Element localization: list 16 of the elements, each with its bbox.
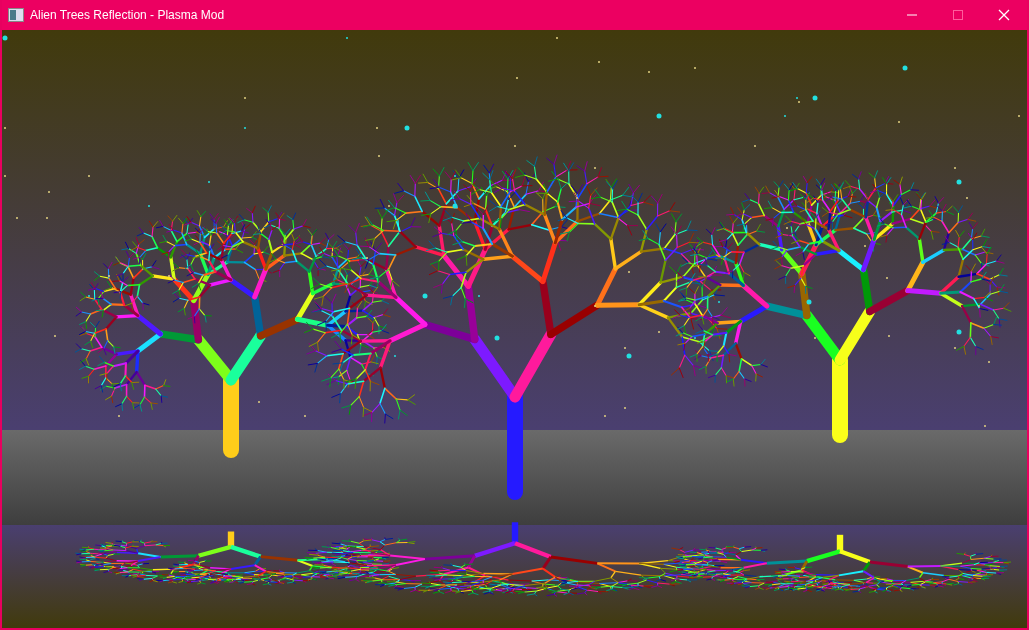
star-dot <box>626 353 632 359</box>
star-dot <box>806 299 812 305</box>
star-dot <box>956 329 962 335</box>
window-icon <box>8 8 24 22</box>
star-dot <box>2 35 8 41</box>
star-dot <box>494 335 500 341</box>
star-dot <box>656 113 662 119</box>
star-dot <box>956 179 962 185</box>
close-icon <box>998 9 1010 21</box>
star-dot <box>422 293 428 299</box>
star-dot <box>812 95 818 101</box>
star-dot <box>902 65 908 71</box>
window-title: Alien Trees Reflection - Plasma Mod <box>30 8 226 22</box>
maximize-icon <box>952 9 964 21</box>
star-dot <box>452 203 458 209</box>
star-dot <box>404 125 410 131</box>
